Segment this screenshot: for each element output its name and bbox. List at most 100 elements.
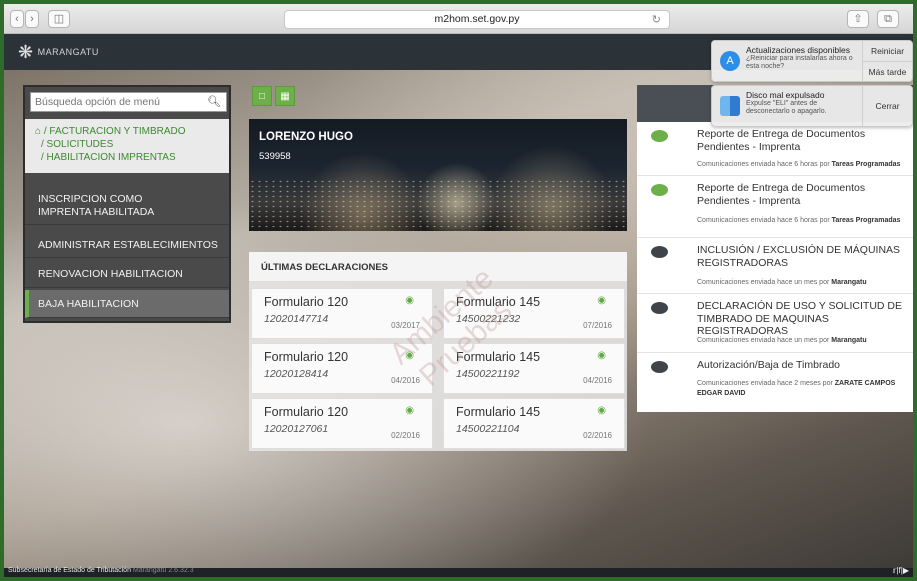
declaration-card[interactable]: Formulario 145 14500221192 ◉ 04/2016	[443, 343, 625, 394]
notification-title: Reporte de Entrega de Documentos Pendien…	[697, 128, 866, 153]
menu-item-inscripcion[interactable]: INSCRIPCION COMO IMPRENTA HABILITADA	[25, 187, 229, 225]
update-notification-title: Actualizaciones disponibles	[746, 45, 850, 55]
declaration-form: Formulario 120	[264, 295, 349, 309]
declaration-number: 12020128414	[264, 368, 329, 380]
declaration-card[interactable]: Formulario 145 14500221232 ◉ 07/2016	[443, 288, 625, 339]
back-button[interactable]: ‹	[10, 10, 24, 28]
declaration-date: 04/2016	[583, 376, 612, 385]
declaration-form: Formulario 145	[456, 295, 541, 309]
declaration-card[interactable]: Formulario 120 12020147714 ◉ 03/2017	[251, 288, 433, 339]
twitter-icon[interactable]: 𝕣	[893, 566, 897, 575]
declaration-date: 04/2016	[391, 376, 420, 385]
youtube-icon[interactable]: ▶	[903, 566, 909, 575]
notification-meta: Comunicaciones enviada hace 6 horas por …	[697, 217, 901, 224]
notification-title: Autorización/Baja de Timbrado	[697, 359, 840, 371]
chevron-left-icon: ‹	[15, 13, 19, 25]
eye-icon[interactable]: ◉	[405, 405, 414, 416]
notification-meta: Comunicaciones enviada hace un mes por M…	[697, 337, 867, 344]
profile-id: 539958	[259, 151, 291, 162]
share-icon: ⇧	[853, 13, 863, 25]
breadcrumb-item[interactable]: / HABILITACION IMPRENTAS	[35, 151, 219, 164]
eye-icon[interactable]: ◉	[405, 295, 414, 306]
notification-meta: Comunicaciones enviada hace un mes por M…	[697, 279, 867, 286]
notification-item[interactable]: Reporte de Entrega de Documentos Pendien…	[637, 176, 913, 238]
eye-icon[interactable]: ◉	[405, 350, 414, 361]
notification-item[interactable]: Autorización/Baja de Timbrado Comunicaci…	[637, 353, 913, 412]
notification-item[interactable]: INCLUSIÓN / EXCLUSIÓN DE MÁQUINAS REGIST…	[637, 238, 913, 294]
close-button[interactable]: Cerrar	[862, 86, 912, 126]
notification-meta: Comunicaciones enviada hace 6 horas por …	[697, 161, 901, 168]
footer: Subsecretaría de Estado de Tributación M…	[4, 566, 913, 577]
declaration-form: Formulario 145	[456, 405, 541, 419]
flower-logo-icon: ❋	[18, 42, 34, 62]
declaration-date: 07/2016	[583, 321, 612, 330]
eye-icon[interactable]: ◉	[597, 405, 606, 416]
finder-icon	[720, 96, 740, 116]
footer-version: Marangatu 2.6.32.3	[132, 567, 194, 574]
chat-bubble-icon	[651, 184, 668, 196]
declaration-card[interactable]: Formulario 145 14500221104 ◉ 02/2016	[443, 398, 625, 449]
tabs-icon: ⧉	[884, 13, 892, 25]
search-icon[interactable]: 🔍︎	[207, 95, 221, 108]
app-store-icon: A	[720, 51, 740, 71]
sidebar-toggle-button[interactable]: ◫	[48, 10, 70, 28]
reload-icon[interactable]: ↻	[652, 12, 661, 29]
url-text: m2hom.set.gov.py	[434, 13, 520, 25]
sidebar-icon: ◫	[53, 13, 65, 25]
breadcrumb: ⌂ / FACTURACION Y TIMBRADO / SOLICITUDES…	[25, 119, 229, 173]
notifications-panel: Reporte de Entrega de Documentos Pendien…	[637, 85, 913, 412]
declaration-card[interactable]: Formulario 120 12020127061 ◉ 02/2016	[251, 398, 433, 449]
notification-item[interactable]: DECLARACIÓN DE USO Y SOLICITUD DE TIMBRA…	[637, 294, 913, 353]
forward-button[interactable]: ›	[25, 10, 39, 28]
declaration-date: 02/2016	[583, 431, 612, 440]
declaration-card[interactable]: Formulario 120 12020128414 ◉ 04/2016	[251, 343, 433, 394]
eye-icon[interactable]: ◉	[597, 295, 606, 306]
declarations-panel: ÚLTIMAS DECLARACIONES Formulario 120 120…	[249, 252, 627, 451]
tabs-button[interactable]: ⧉	[877, 10, 899, 28]
later-button[interactable]: Más tarde	[862, 62, 912, 82]
declaration-date: 02/2016	[391, 431, 420, 440]
declaration-date: 03/2017	[391, 321, 420, 330]
chat-bubble-icon	[651, 361, 668, 373]
share-button[interactable]: ⇧	[847, 10, 869, 28]
notification-title: INCLUSIÓN / EXCLUSIÓN DE MÁQUINAS REGIST…	[697, 244, 901, 269]
notification-title: Reporte de Entrega de Documentos Pendien…	[697, 182, 866, 207]
declarations-header: ÚLTIMAS DECLARACIONES	[249, 252, 627, 282]
menu-item-administrar[interactable]: ADMINISTRAR ESTABLECIMIENTOS	[25, 232, 229, 258]
chat-bubble-icon	[651, 302, 668, 314]
menu-item-baja[interactable]: BAJA HABILITACION	[25, 290, 229, 318]
chevron-right-icon: ›	[30, 13, 34, 25]
disk-notification-title: Disco mal expulsado	[746, 90, 825, 100]
menu-item-renovacion[interactable]: RENOVACION HABILITACION	[25, 260, 229, 288]
home-icon: ⌂	[35, 126, 42, 137]
app-logo[interactable]: ❋ MARANGATU	[18, 43, 99, 61]
calculator-button[interactable]: ▦	[275, 86, 295, 106]
declaration-number: 12020147714	[264, 313, 329, 325]
chat-bubble-icon	[651, 246, 668, 258]
update-notification[interactable]: A Actualizaciones disponibles ¿Reiniciar…	[711, 40, 913, 82]
declaration-number: 14500221192	[456, 368, 520, 380]
disk-notification-body: Expulse "ELI" antes de desconectarlo o a…	[746, 100, 827, 115]
notification-item[interactable]: Reporte de Entrega de Documentos Pendien…	[637, 122, 913, 176]
declaration-number: 14500221104	[456, 423, 520, 435]
breadcrumb-item[interactable]: ⌂ / FACTURACION Y TIMBRADO	[35, 125, 219, 138]
profile-banner: LORENZO HUGO 539958	[249, 119, 627, 231]
declaration-number: 14500221232	[456, 313, 521, 325]
facebook-icon[interactable]: f	[899, 566, 901, 575]
breadcrumb-item[interactable]: / SOLICITUDES	[35, 138, 219, 151]
browser-toolbar: ‹ › ◫ m2hom.set.gov.py ↻ ⇧ ⧉	[4, 4, 913, 34]
chat-bubble-icon	[651, 130, 668, 142]
notification-meta: Comunicaciones enviada hace 2 meses por …	[697, 380, 896, 397]
side-menu: 🔍︎ ⌂ / FACTURACION Y TIMBRADO / SOLICITU…	[23, 85, 231, 323]
new-document-button[interactable]: □	[252, 86, 272, 106]
address-bar[interactable]: m2hom.set.gov.py ↻	[284, 10, 670, 29]
footer-text: Subsecretaría de Estado de Tributación M…	[8, 567, 194, 574]
menu-search-input[interactable]	[31, 93, 201, 111]
eye-icon[interactable]: ◉	[597, 350, 606, 361]
update-notification-body: ¿Reiniciar para instalarlas ahora o esta…	[746, 55, 853, 70]
logo-text: MARANGATU	[37, 47, 99, 57]
disk-notification[interactable]: Disco mal expulsado Expulse "ELI" antes …	[711, 85, 913, 127]
restart-button[interactable]: Reiniciar	[862, 41, 912, 62]
calculator-icon: ▦	[280, 91, 290, 102]
social-links: 𝕣|f|▶	[892, 566, 909, 575]
